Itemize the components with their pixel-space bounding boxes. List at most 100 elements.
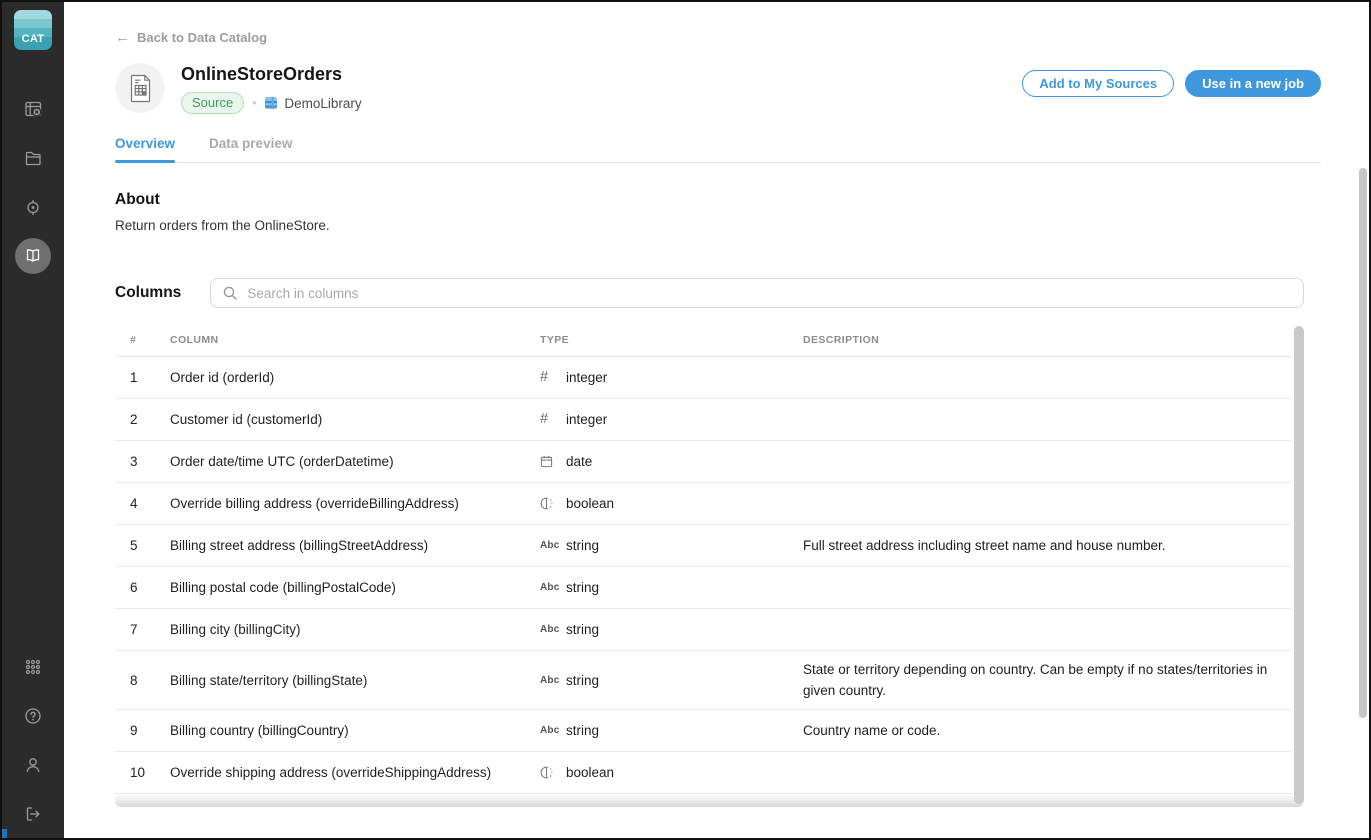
row-number: 1: [130, 367, 170, 388]
column-description: State or territory depending on country.…: [803, 659, 1277, 701]
horizontal-scrollbar[interactable]: [115, 795, 1304, 807]
sidebar-item-logout[interactable]: [9, 789, 58, 838]
header-actions: Add to My Sources Use in a new job: [1022, 63, 1321, 97]
table-header-row: # COLUMN TYPE DESCRIPTION: [115, 324, 1292, 357]
app-window: CAT: [0, 0, 1371, 840]
type-label: boolean: [566, 493, 614, 514]
back-link-label: Back to Data Catalog: [137, 30, 267, 45]
column-name: Billing postal code (billingPostalCode): [170, 577, 540, 598]
type-label: date: [566, 451, 592, 472]
library-icon: [264, 96, 278, 110]
type-label: boolean: [566, 762, 614, 783]
search-in-columns-input[interactable]: [210, 278, 1304, 308]
table-row: 4 Override billing address (overrideBill…: [115, 483, 1292, 525]
type-label: string: [566, 577, 599, 598]
row-number: 2: [130, 409, 170, 430]
sidebar-item-apps[interactable]: [9, 642, 58, 691]
row-number: 9: [130, 720, 170, 741]
meta-separator: •: [252, 96, 256, 110]
sidebar: CAT: [2, 2, 64, 838]
string-type-icon: Abc: [540, 670, 566, 691]
row-number: 7: [130, 619, 170, 640]
column-type: # Abc string: [540, 619, 803, 640]
sidebar-item-user[interactable]: [9, 740, 58, 789]
about-section: About Return orders from the OnlineStore…: [115, 191, 1321, 233]
sidebar-nav-bottom: [9, 642, 58, 838]
column-type: # Abc boolean: [540, 493, 803, 514]
column-type: # Abc string: [540, 720, 803, 741]
source-type-badge: Source: [181, 92, 244, 114]
add-to-my-sources-button[interactable]: Add to My Sources: [1022, 70, 1174, 97]
table-row: 2 Customer id (customerId) # Abc integer: [115, 399, 1292, 441]
library-link[interactable]: DemoLibrary: [264, 96, 361, 111]
folder-icon: [15, 140, 51, 176]
table-vertical-scrollbar[interactable]: [1294, 326, 1304, 804]
meta-row: Source • DemoLibrary: [181, 92, 362, 114]
column-type: # Abc string: [540, 670, 803, 691]
column-type: # Abc string: [540, 535, 803, 556]
string-type-icon: Abc: [540, 619, 566, 640]
string-type-icon: Abc: [540, 720, 566, 741]
table-row: 3 Order date/time UTC (orderDatetime) # …: [115, 441, 1292, 483]
search-icon: [222, 285, 238, 301]
app-logo[interactable]: CAT: [14, 10, 52, 50]
sidebar-item-help[interactable]: [9, 691, 58, 740]
document-table-icon: [126, 72, 154, 104]
columns-table: # COLUMN TYPE DESCRIPTION 1 Order id (or…: [115, 324, 1292, 807]
table-row: 10 Override shipping address (overrideSh…: [115, 752, 1292, 794]
type-label: integer: [566, 367, 607, 388]
source-avatar: [115, 63, 165, 113]
sidebar-item-folder[interactable]: [9, 133, 58, 182]
sidebar-item-target[interactable]: [9, 182, 58, 231]
corner-accent: [2, 829, 7, 838]
page-header: OnlineStoreOrders Source •: [115, 63, 1321, 114]
column-type: # Abc string: [540, 577, 803, 598]
header-type: TYPE: [540, 334, 803, 346]
column-description: Full street address including street nam…: [803, 535, 1277, 556]
window-scrollbar[interactable]: [1359, 168, 1367, 718]
integer-type-icon: #: [540, 409, 566, 430]
logout-icon: [15, 796, 51, 832]
back-to-data-catalog-link[interactable]: ← Back to Data Catalog: [115, 30, 267, 45]
table-row: 6 Billing postal code (billingPostalCode…: [115, 567, 1292, 609]
column-type: # Abc boolean: [540, 762, 803, 783]
table-row: 7 Billing city (billingCity) # Abc strin…: [115, 609, 1292, 651]
sidebar-item-data-catalog[interactable]: [9, 231, 58, 280]
header-column: COLUMN: [170, 334, 540, 346]
use-in-new-job-button[interactable]: Use in a new job: [1185, 70, 1321, 97]
library-name: DemoLibrary: [284, 96, 361, 111]
user-icon: [15, 747, 51, 783]
column-description: Country name or code.: [803, 720, 1277, 741]
column-name: Billing city (billingCity): [170, 619, 540, 640]
search-wrap: [210, 278, 1304, 308]
target-icon: [15, 189, 51, 225]
tab-bar: Overview Data preview: [115, 136, 1321, 163]
column-name: Override shipping address (overrideShipp…: [170, 762, 540, 783]
column-name: Billing state/territory (billingState): [170, 670, 540, 691]
string-type-icon: Abc: [540, 577, 566, 598]
about-description: Return orders from the OnlineStore.: [115, 218, 1321, 233]
app-logo-text: CAT: [22, 33, 45, 45]
tab-overview[interactable]: Overview: [115, 136, 175, 162]
about-heading: About: [115, 191, 1321, 209]
tab-data-preview[interactable]: Data preview: [209, 136, 292, 162]
page-title: OnlineStoreOrders: [181, 63, 362, 85]
help-icon: [15, 698, 51, 734]
sidebar-nav-top: [9, 84, 58, 280]
columns-heading: Columns: [115, 284, 181, 302]
back-arrow-icon: ←: [115, 30, 130, 45]
table-body: 1 Order id (orderId) # Abc integer: [115, 357, 1292, 794]
sidebar-item-table-remove[interactable]: [9, 84, 58, 133]
column-name: Billing street address (billingStreetAdd…: [170, 535, 540, 556]
column-name: Order id (orderId): [170, 367, 540, 388]
column-name: Customer id (customerId): [170, 409, 540, 430]
column-type: # Abc date: [540, 451, 803, 472]
boolean-type-icon: [540, 497, 566, 510]
type-label: string: [566, 535, 599, 556]
row-number: 5: [130, 535, 170, 556]
column-type: # Abc integer: [540, 409, 803, 430]
table-remove-icon: [15, 91, 51, 127]
apps-grid-icon: [15, 649, 51, 685]
table-row: 9 Billing country (billingCountry) # Abc…: [115, 710, 1292, 752]
type-label: string: [566, 670, 599, 691]
